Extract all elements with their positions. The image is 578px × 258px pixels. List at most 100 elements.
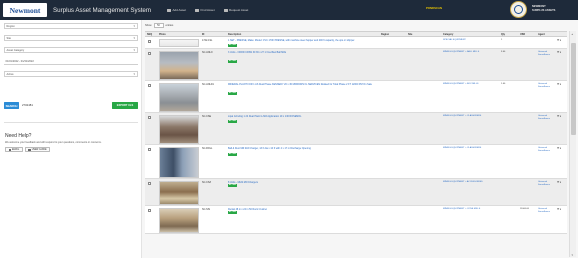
row-checkbox[interactable] (148, 182, 151, 185)
row-checkbox[interactable] (148, 209, 151, 212)
export-xls-button[interactable]: EXPORT XLS (112, 102, 138, 109)
status-select[interactable]: Active ▾ (4, 71, 138, 77)
nav-find-asset-label: Find Asset (200, 8, 215, 12)
asset-id: SC-ANLD1 (202, 82, 214, 86)
asset-agent-link[interactable]: Universal Surveillance (538, 51, 554, 57)
scroll-up-icon[interactable]: ▴ (572, 32, 574, 36)
email-button-label: EMAIL (12, 148, 20, 151)
category-select[interactable]: Asset Category ▾ (4, 47, 138, 53)
asset-description-link[interactable]: 8 Units - Misfit Mill Chargers (228, 181, 378, 184)
user-guide-button-label: USER GUIDE (31, 148, 47, 151)
search-button-label: SEARCH (5, 103, 18, 108)
asset-id: SC-CSE (202, 114, 212, 118)
status-badge: ACTIVE (228, 92, 237, 95)
row-checkbox[interactable] (148, 84, 151, 87)
assets-table: SEQ Photo ID Description Region Site Cat… (145, 31, 567, 234)
chevron-down-icon: ▾ (133, 48, 135, 52)
asset-qty: 1.00 (501, 82, 506, 85)
row-actions-menu[interactable]: ☰ ▾ (557, 208, 565, 212)
row-checkbox[interactable] (148, 40, 151, 43)
scrollbar-thumb[interactable] (571, 43, 576, 135)
asset-photo[interactable] (159, 50, 199, 80)
asset-agent-link[interactable]: Universal Surveillance (538, 83, 554, 89)
chevron-down-icon: ▾ (133, 36, 135, 40)
asset-photo[interactable] (159, 146, 199, 178)
region-select[interactable]: Region ▾ (4, 23, 138, 29)
asset-id: SC-SIS (202, 207, 210, 211)
nav-request-asset[interactable]: Request Asset (223, 8, 249, 12)
asset-qty: 3.00 (501, 50, 506, 53)
asset-description-link[interactable]: 1 SET - PRESSE, Make: Model: CVC 170F PR… (228, 39, 378, 42)
email-button[interactable]: EMAIL (5, 147, 23, 152)
entries-select[interactable]: 50 (153, 23, 164, 28)
help-buttons: EMAIL USER GUIDE (5, 147, 52, 152)
table-row[interactable]: SC-CSZ 8 Units - Misfit Mill Chargers AC… (145, 179, 567, 206)
region-select-value: Region (6, 25, 15, 28)
site-select-value: Site (6, 37, 11, 40)
asset-results-panel: Show 50 entries SEQ Photo ID Description… (142, 20, 578, 258)
brand-line-2: SURPLUS ASSETS (532, 8, 556, 12)
status-badge: ACTIVE (228, 184, 237, 187)
user-name[interactable]: PONDSCAN (426, 6, 442, 10)
row-actions-menu[interactable]: ☰ ▾ (557, 181, 565, 185)
row-checkbox[interactable] (148, 148, 151, 151)
asset-photo[interactable] (159, 207, 199, 233)
scroll-down-icon[interactable]: ▾ (572, 253, 574, 257)
search-input[interactable]: 2702481 (20, 102, 80, 109)
asset-agent-link[interactable]: Universal Surveillance (538, 147, 554, 153)
asset-description-link[interactable]: MINERAL PLANT FOR 1 AS Dual Phase KENNED… (228, 83, 378, 86)
asset-agent-link[interactable]: Universal Surveillance (538, 208, 554, 214)
cart-icon (223, 8, 228, 12)
asset-description-link[interactable]: Rental 48 in x 24 in 50 Rock Crusher (228, 208, 378, 211)
asset-category-link[interactable]: MINING EQUIPMENT > CONE MILLS (443, 208, 493, 211)
row-checkbox[interactable] (148, 116, 151, 119)
table-row[interactable]: SC-SIS Rental 48 in x 24 in 50 Rock Crus… (145, 206, 567, 234)
nav-request-asset-label: Request Asset (229, 8, 249, 12)
row-actions-menu[interactable]: ☰ ▾ (557, 83, 565, 87)
row-actions-menu[interactable]: ☰ ▾ (557, 39, 565, 43)
top-nav-bar: Newmont Surplus Asset Management System … (0, 0, 578, 20)
asset-category-link[interactable]: SPECIAL EQUIPMENT (443, 39, 493, 42)
search-button[interactable]: SEARCH (4, 102, 19, 109)
table-row[interactable]: 1742-1SL 1 SET - PRESSE, Make: Model: CV… (145, 37, 567, 49)
status-badge: ACTIVE (228, 153, 237, 156)
row-actions-menu[interactable]: ☰ ▾ (557, 147, 565, 151)
asset-description-link[interactable]: 3 Units - NORD CRSN 30 36 x 27 1 Overflo… (228, 51, 378, 54)
table-row[interactable]: SC-ANLO 3 Units - NORD CRSN 30 36 x 27 1… (145, 49, 567, 81)
company-seal-icon (510, 1, 527, 18)
main-nav: Add Asset Find Asset Request Asset (167, 8, 257, 12)
row-actions-menu[interactable]: ☰ ▾ (557, 115, 565, 119)
asset-category-link[interactable]: MINING EQUIPMENT > BALL MILLS (443, 51, 493, 54)
asset-category-link[interactable]: MINING EQUIPMENT > CLASSIFIERS (443, 115, 493, 118)
nav-add-asset[interactable]: Add Asset (167, 8, 186, 12)
table-row[interactable]: SC-CSE Lipat Grinding 1 24 Dual Plant G-… (145, 113, 567, 145)
asset-id: SC-ANLO (202, 50, 213, 54)
asset-agent-link[interactable]: Universal Surveillance (538, 115, 554, 121)
row-checkbox[interactable] (148, 52, 151, 55)
asset-description-link[interactable]: Lipat Grinding 1 24 Dual Plant G-Mill Ap… (228, 115, 378, 118)
asset-description-link[interactable]: Ball & Dust Mill Roll Charger, 13 ft dia… (228, 147, 378, 150)
table-row[interactable]: SC-ANLD1 MINERAL PLANT FOR 1 AS Dual Pha… (145, 81, 567, 113)
help-title: Need Help? (5, 133, 32, 139)
nav-find-asset[interactable]: Find Asset (195, 8, 215, 12)
entries-label: entries (165, 24, 174, 27)
asset-photo[interactable] (159, 38, 199, 47)
asset-category-link[interactable]: MINING EQUIPMENT > BOX MILLS (443, 83, 493, 86)
table-row[interactable]: SC-ROLL Ball & Dust Mill Roll Charger, 1… (145, 145, 567, 179)
asset-photo[interactable] (159, 180, 199, 205)
show-label: Show (145, 24, 152, 27)
category-select-value: Asset Category (6, 49, 25, 52)
asset-photo[interactable] (159, 82, 199, 112)
status-badge: ACTIVE (228, 211, 237, 214)
newmont-logo[interactable]: Newmont (3, 3, 47, 17)
site-select[interactable]: Site ▾ (4, 35, 138, 41)
user-guide-button[interactable]: USER GUIDE (24, 147, 51, 152)
asset-photo[interactable] (159, 114, 199, 144)
asset-agent-link[interactable]: Universal Surveillance (538, 181, 554, 187)
asset-category-link[interactable]: MINING EQUIPMENT > ACCESSORIES (443, 181, 493, 184)
app-title: Surplus Asset Management System (53, 6, 152, 14)
table-scrollbar[interactable]: ▴ ▾ (569, 31, 576, 257)
asset-category-link[interactable]: MINING EQUIPMENT > CLASSIFIERS (443, 147, 493, 150)
row-actions-menu[interactable]: ☰ ▾ (557, 51, 565, 55)
date-range-field[interactable]: 01/01/2022 - 01/31/2022 (4, 59, 138, 65)
